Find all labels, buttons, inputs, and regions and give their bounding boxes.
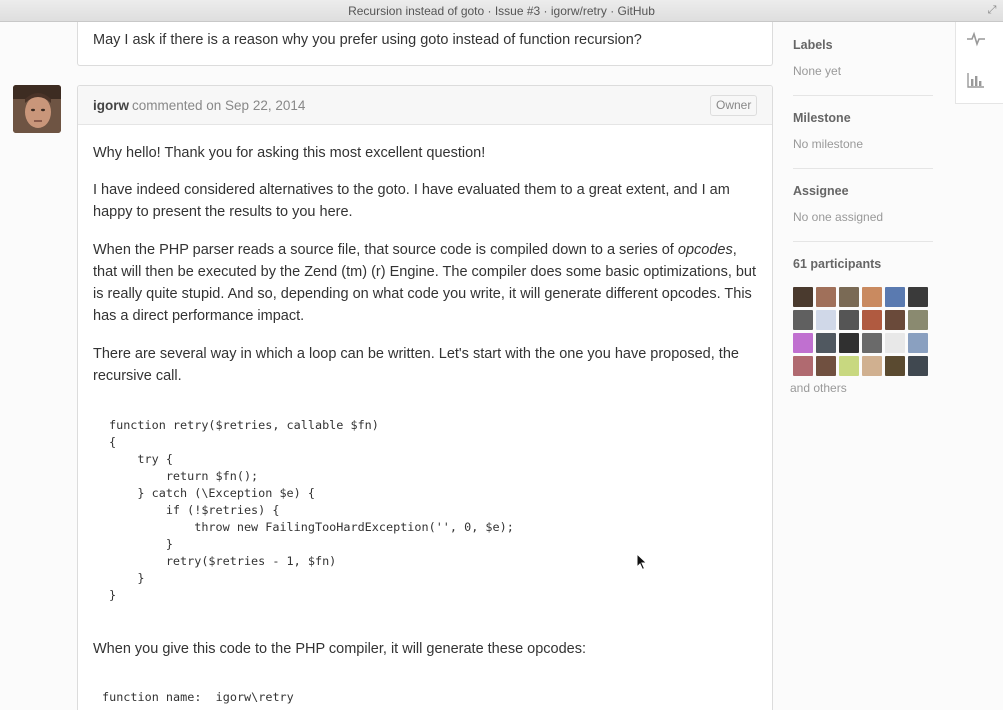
comment-paragraph: I have indeed considered alternatives to… [93, 182, 730, 220]
participant-avatar[interactable] [862, 333, 882, 353]
comment-paragraph: When the PHP parser reads a source file,… [93, 239, 761, 327]
avatar[interactable] [13, 85, 61, 133]
previous-comment-text: May I ask if there is a reason why you p… [93, 32, 642, 48]
emphasis-text: opcodes [677, 242, 733, 258]
labels-title[interactable]: Labels [793, 38, 933, 52]
participant-avatar[interactable] [885, 287, 905, 307]
participant-avatar[interactable] [839, 287, 859, 307]
participant-avatar[interactable] [885, 333, 905, 353]
participants-title: 61 participants [793, 257, 882, 271]
comment-box: igorw commented on Sep 22, 2014 Owner Wh… [77, 85, 773, 710]
participant-avatar[interactable] [816, 356, 836, 376]
opcode-block: function name: igorw\retry [102, 690, 294, 704]
assignee-value: No one assigned [793, 210, 884, 224]
repo-nav-rail [955, 22, 1003, 104]
participant-avatar[interactable] [862, 356, 882, 376]
sidebar-labels: Labels None yet [793, 38, 933, 78]
fullscreen-icon[interactable]: ⤢ [987, 4, 997, 16]
participant-avatars [793, 287, 933, 376]
milestone-value: No milestone [793, 137, 864, 151]
mouse-cursor-icon [636, 553, 648, 571]
window-title: Recursion instead of goto · Issue #3 · i… [348, 4, 655, 18]
owner-badge: Owner [710, 95, 758, 116]
participant-avatar[interactable] [839, 356, 859, 376]
participant-avatar[interactable] [908, 333, 928, 353]
divider [793, 95, 933, 96]
participant-avatar[interactable] [816, 310, 836, 330]
divider [793, 241, 933, 242]
previous-comment: May I ask if there is a reason why you p… [77, 22, 773, 66]
sidebar-participants: 61 participants [793, 257, 933, 271]
comment-paragraph: There are several way in which a loop ca… [93, 346, 739, 384]
participant-avatar[interactable] [816, 333, 836, 353]
participant-avatar[interactable] [908, 287, 928, 307]
comment-paragraph: When you give this code to the PHP compi… [93, 641, 587, 657]
comment-header: igorw commented on Sep 22, 2014 Owner [78, 86, 772, 125]
participant-avatar[interactable] [862, 287, 882, 307]
comment-paragraph: Why hello! Thank you for asking this mos… [93, 145, 486, 161]
participant-avatar[interactable] [816, 287, 836, 307]
participant-grid [793, 287, 933, 376]
milestone-title[interactable]: Milestone [793, 111, 933, 125]
participant-avatar[interactable] [908, 310, 928, 330]
participant-avatar[interactable] [839, 333, 859, 353]
divider [793, 168, 933, 169]
paragraph-text: When the PHP parser reads a source file,… [93, 242, 678, 258]
participant-avatar[interactable] [793, 310, 813, 330]
sidebar-assignee: Assignee No one assigned [793, 184, 933, 224]
assignee-title[interactable]: Assignee [793, 184, 933, 198]
participant-avatar[interactable] [793, 356, 813, 376]
participant-avatar[interactable] [793, 333, 813, 353]
sidebar-milestone: Milestone No milestone [793, 111, 933, 151]
participant-avatar[interactable] [839, 310, 859, 330]
and-others-text: and others [790, 381, 847, 395]
pulse-icon[interactable] [966, 30, 986, 48]
comment-meta[interactable]: commented on Sep 22, 2014 [132, 98, 305, 113]
labels-value: None yet [793, 64, 842, 78]
participant-avatar[interactable] [908, 356, 928, 376]
comment-author[interactable]: igorw [93, 98, 129, 113]
code-block: function retry($retries, callable $fn) {… [109, 418, 514, 602]
window-title-bar: Recursion instead of goto · Issue #3 · i… [0, 0, 1003, 22]
graph-icon[interactable] [966, 71, 986, 89]
participant-avatar[interactable] [862, 310, 882, 330]
participant-avatar[interactable] [793, 287, 813, 307]
participant-avatar[interactable] [885, 356, 905, 376]
participant-avatar[interactable] [885, 310, 905, 330]
